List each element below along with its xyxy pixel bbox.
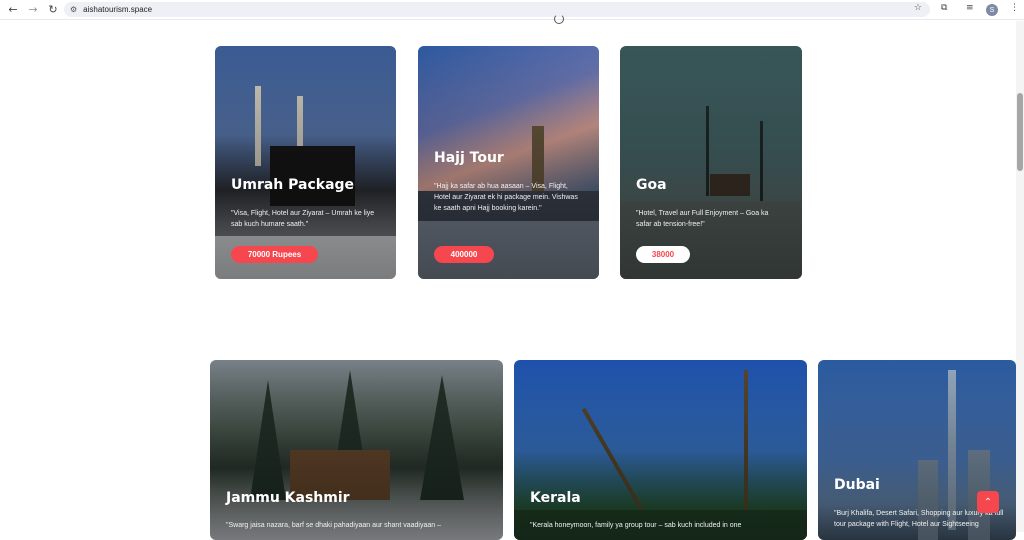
media-queue-icon[interactable]: ≡ — [966, 3, 974, 13]
price-button[interactable]: 70000 Rupees — [231, 246, 318, 263]
card-title: Jammu Kashmir — [226, 490, 350, 506]
card-description: "Swarg jaisa nazara, barf se dhaki pahad… — [226, 522, 441, 529]
package-card-umrah[interactable]: Umrah Package "Visa, Flight, Hotel aur Z… — [215, 46, 396, 279]
reload-button[interactable]: ↻ — [46, 3, 60, 17]
card-title: Umrah Package — [231, 177, 355, 193]
card-title: Dubai — [834, 477, 880, 493]
scrollbar-thumb[interactable] — [1017, 93, 1023, 171]
card-title: Hajj Tour — [434, 150, 504, 166]
card-description: "Kerala honeymoon, family ya group tour … — [530, 522, 742, 529]
extensions-icon[interactable]: ⧉ — [941, 3, 947, 13]
card-description: "Visa, Flight, Hotel aur Ziyarat – Umrah… — [231, 210, 375, 228]
package-card-jammu-kashmir[interactable]: Jammu Kashmir "Swarg jaisa nazara, barf … — [210, 360, 503, 540]
scroll-to-top-button[interactable]: ⌃ — [977, 491, 999, 513]
section-divider-icon — [554, 14, 564, 24]
package-card-goa[interactable]: Goa "Hotel, Travel aur Full Enjoyment – … — [620, 46, 802, 279]
back-button[interactable]: ← — [6, 3, 20, 17]
forward-button[interactable]: → — [26, 3, 40, 17]
address-bar[interactable]: ⚙ aishatourism.space ☆ — [64, 2, 930, 17]
card-title: Kerala — [530, 490, 581, 506]
page-scrollbar[interactable] — [1016, 21, 1024, 532]
card-description: "Hotel, Travel aur Full Enjoyment – Goa … — [636, 210, 769, 228]
url-text: aishatourism.space — [83, 5, 153, 14]
price-button[interactable]: 400000 — [434, 246, 494, 263]
package-card-kerala[interactable]: Kerala "Kerala honeymoon, family ya grou… — [514, 360, 807, 540]
bookmark-star-icon[interactable]: ☆ — [914, 3, 922, 13]
more-menu-icon[interactable]: ⋮ — [1010, 3, 1019, 13]
package-card-hajj[interactable]: Hajj Tour "Hajj ka safar ab hua aasaan –… — [418, 46, 599, 279]
chevron-up-icon: ⌃ — [983, 496, 993, 508]
avatar[interactable]: S — [986, 4, 998, 16]
package-card-dubai[interactable]: Dubai "Burj Khalifa, Desert Safari, Shop… — [818, 360, 1016, 540]
site-info-icon[interactable]: ⚙ — [70, 5, 77, 14]
card-title: Goa — [636, 177, 667, 193]
card-description: "Hajj ka safar ab hua aasaan – Visa, Fli… — [434, 183, 578, 212]
price-button[interactable]: 38000 — [636, 246, 690, 263]
